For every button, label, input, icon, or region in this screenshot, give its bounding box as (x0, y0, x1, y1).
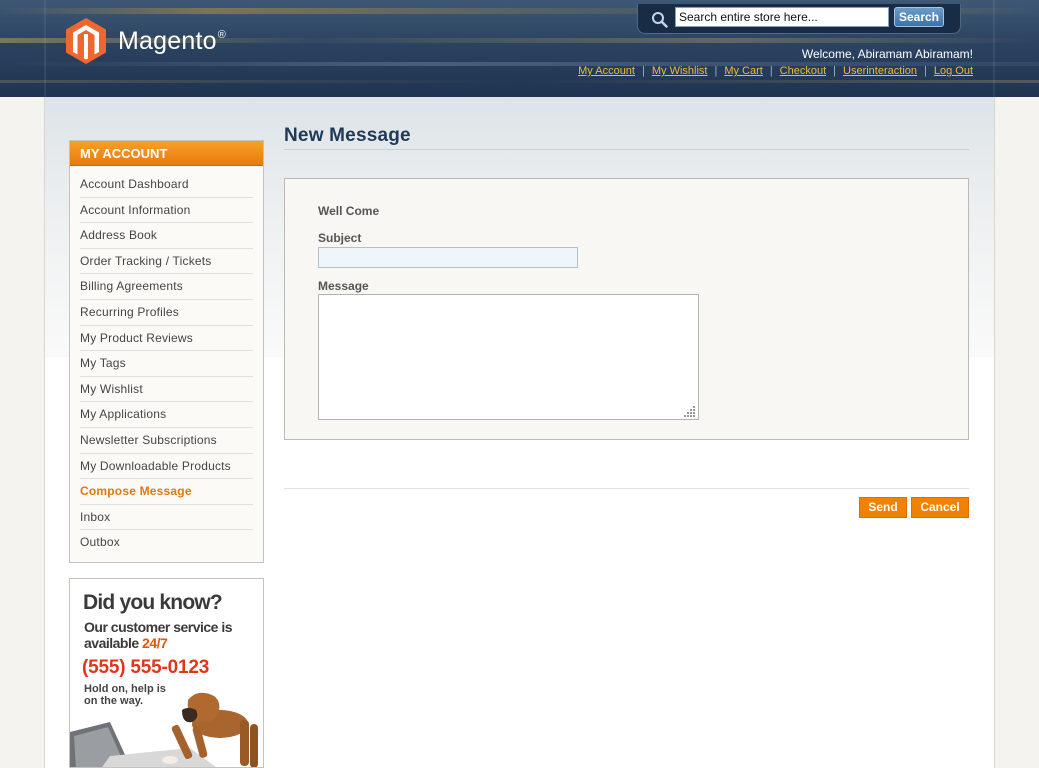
link-separator: | (833, 65, 837, 77)
sidebar-item-address-book[interactable]: Address Book (80, 223, 253, 249)
account-nav-list: Account Dashboard Account Information Ad… (70, 172, 263, 556)
search-bar: Search (637, 4, 961, 34)
sidebar-item-my-tags[interactable]: My Tags (80, 351, 253, 377)
search-input[interactable] (675, 7, 889, 27)
top-link-my-cart[interactable]: My Cart (724, 65, 763, 77)
send-button[interactable]: Send (859, 497, 907, 518)
top-link-log-out[interactable]: Log Out (934, 65, 973, 77)
sidebar-item-account-dashboard[interactable]: Account Dashboard (80, 172, 253, 198)
link-separator: | (769, 65, 773, 77)
dog-laptop-illustration (70, 692, 258, 767)
banner-text: Our customer service is (84, 619, 233, 635)
header-streak (0, 80, 1039, 83)
welcome-message: Welcome, Abiramam Abiramam! (801, 47, 973, 61)
compose-form: Well Come Subject Message (284, 178, 969, 440)
top-link-checkout[interactable]: Checkout (780, 65, 826, 77)
cancel-button[interactable]: Cancel (911, 497, 969, 518)
my-account-block: MY ACCOUNT Account Dashboard Account Inf… (69, 140, 264, 563)
sidebar-item-inbox[interactable]: Inbox (80, 505, 253, 531)
sidebar-item-product-reviews[interactable]: My Product Reviews (80, 326, 253, 352)
resize-grip-icon[interactable] (684, 405, 696, 417)
banner-phone: (555) 555-0123 (82, 657, 210, 678)
sidebar-item-downloadable-products[interactable]: My Downloadable Products (80, 454, 253, 480)
customer-service-banner[interactable]: Did you know? Our customer service is av… (69, 578, 264, 768)
logo-text: Magento® (118, 26, 227, 55)
page-title: New Message (284, 125, 411, 146)
top-link-my-account[interactable]: My Account (578, 65, 635, 77)
sidebar-item-outbox[interactable]: Outbox (80, 530, 253, 556)
link-separator: | (924, 65, 927, 77)
banner-text: available 24/7 (84, 635, 168, 651)
magento-logo-icon (66, 18, 106, 64)
top-links: My Account | My Wishlist | My Cart | Che… (578, 65, 973, 77)
my-account-title: MY ACCOUNT (70, 141, 263, 166)
subject-input[interactable] (318, 247, 578, 268)
form-heading: Well Come (318, 204, 380, 218)
message-textarea[interactable] (318, 294, 699, 420)
top-link-userinteraction[interactable]: Userinteraction (843, 65, 917, 77)
link-separator: | (714, 65, 718, 77)
title-divider (284, 149, 969, 150)
top-link-my-wishlist[interactable]: My Wishlist (652, 65, 708, 77)
message-label: Message (318, 279, 369, 293)
sidebar-item-order-tracking[interactable]: Order Tracking / Tickets (80, 249, 253, 275)
sidebar-item-account-information[interactable]: Account Information (80, 198, 253, 224)
sidebar-item-billing-agreements[interactable]: Billing Agreements (80, 274, 253, 300)
link-separator: | (641, 65, 645, 77)
banner-title: Did you know? (83, 591, 223, 614)
actions-divider (284, 488, 969, 489)
site-logo[interactable]: Magento® (66, 18, 226, 64)
search-button[interactable]: Search (894, 7, 944, 27)
header-divider (44, 0, 46, 97)
site-header: Magento® Search Welcome, Abiramam Abiram… (0, 0, 1039, 97)
header-divider (993, 0, 995, 97)
sidebar-item-newsletter[interactable]: Newsletter Subscriptions (80, 428, 253, 454)
search-icon (652, 12, 668, 28)
sidebar-item-recurring-profiles[interactable]: Recurring Profiles (80, 300, 253, 326)
subject-label: Subject (318, 231, 362, 245)
sidebar-item-my-wishlist[interactable]: My Wishlist (80, 377, 253, 403)
sidebar-item-compose-message: Compose Message (80, 479, 253, 505)
sidebar-item-my-applications[interactable]: My Applications (80, 402, 253, 428)
